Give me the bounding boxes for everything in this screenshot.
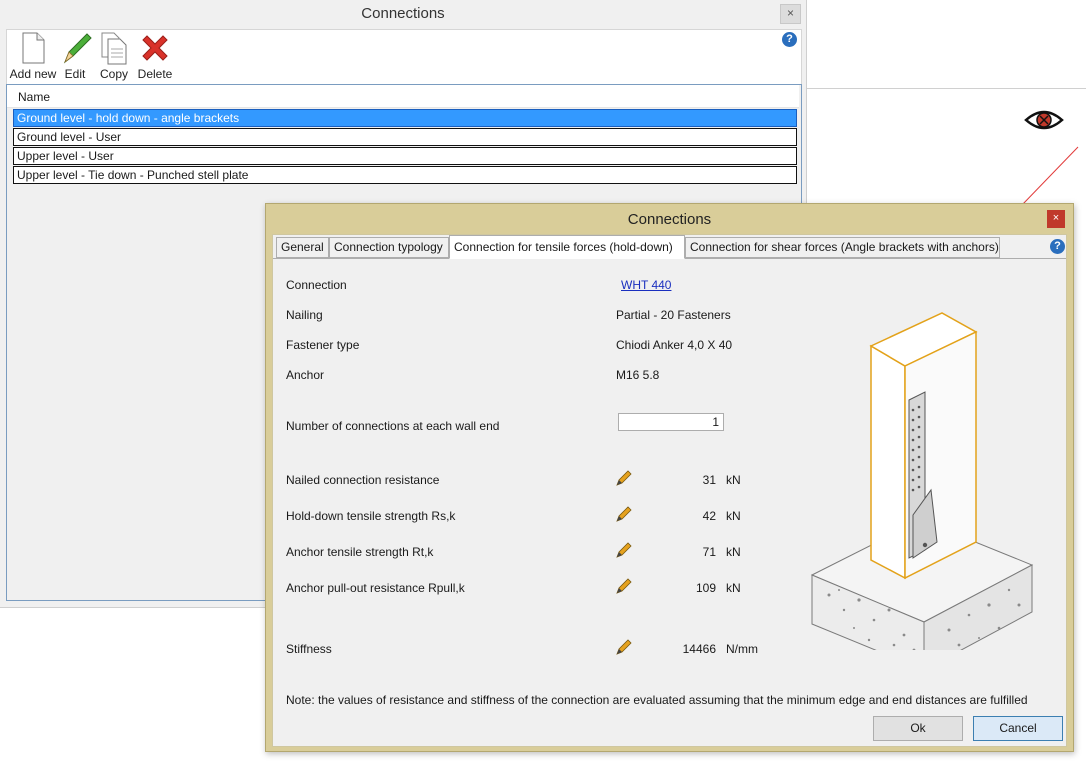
delete-button[interactable]: Delete xyxy=(135,30,175,84)
pencil-icon xyxy=(63,33,92,64)
copy-icon xyxy=(101,32,127,65)
connection-link[interactable]: WHT 440 xyxy=(621,278,671,292)
list-header[interactable]: Name xyxy=(7,85,799,108)
anchor-strength-value: 71 xyxy=(702,545,716,559)
holddown-strength-label: Hold-down tensile strength Rs,k xyxy=(286,509,456,523)
copy-label: Copy xyxy=(99,67,128,81)
anchor-strength-label: Anchor tensile strength Rt,k xyxy=(286,545,434,559)
tab-connection-typology[interactable]: Connection typology xyxy=(329,237,449,258)
name-column-header: Name xyxy=(18,90,51,104)
dialog-close-button[interactable]: × xyxy=(1047,210,1065,228)
hold-down-illustration xyxy=(810,312,1034,650)
nailing-value: Partial - 20 Fasteners xyxy=(616,308,731,322)
edit-pencil-icon[interactable] xyxy=(615,505,633,523)
list-item[interactable]: Upper level - User xyxy=(13,147,797,165)
add-new-label: Add new xyxy=(9,67,57,81)
stiffness-label: Stiffness xyxy=(286,642,332,656)
holddown-strength-value: 42 xyxy=(702,509,716,523)
edit-pencil-icon[interactable] xyxy=(615,638,633,656)
ok-button[interactable]: Ok xyxy=(873,716,963,741)
tab-tensile-forces[interactable]: Connection for tensile forces (hold-down… xyxy=(449,235,685,259)
anchor-label: Anchor xyxy=(286,368,325,382)
connection-label: Connection xyxy=(286,278,347,292)
nailing-label: Nailing xyxy=(286,308,323,322)
nailed-resistance-value: 31 xyxy=(702,473,716,487)
anchor-value: M16 5.8 xyxy=(616,368,660,382)
list-item[interactable]: Upper level - Tie down - Punched stell p… xyxy=(13,166,797,184)
edit-pencil-icon[interactable] xyxy=(615,469,633,487)
list-item[interactable]: Ground level - User xyxy=(13,128,797,146)
fastener-type-label: Fastener type xyxy=(286,338,360,352)
hidden-eye-icon[interactable] xyxy=(1024,106,1064,134)
nailed-resistance-label: Nailed connection resistance xyxy=(286,473,440,487)
edit-label: Edit xyxy=(64,67,86,81)
window-title: Connections xyxy=(361,5,445,22)
anchor-pullout-value: 109 xyxy=(695,581,716,595)
list-item[interactable]: Ground level - hold down - angle bracket… xyxy=(13,109,797,127)
edit-button[interactable]: Edit xyxy=(59,30,92,84)
delete-label: Delete xyxy=(137,67,173,81)
anchor-pullout-label: Anchor pull-out resistance Rpull,k xyxy=(286,581,465,595)
fastener-type-value: Chiodi Anker 4,0 X 40 xyxy=(616,338,733,352)
edit-pencil-icon[interactable] xyxy=(615,577,633,595)
new-document-icon xyxy=(22,32,45,64)
holddown-strength-unit: kN xyxy=(726,509,741,523)
tab-shear-forces[interactable]: Connection for shear forces (Angle brack… xyxy=(685,237,1000,258)
help-icon[interactable]: ? xyxy=(782,32,797,47)
edit-pencil-icon[interactable] xyxy=(615,541,633,559)
add-new-button[interactable]: Add new xyxy=(7,30,59,84)
anchor-strength-unit: kN xyxy=(726,545,741,559)
connections-dialog: Connections × General Connection typolog… xyxy=(265,203,1074,752)
tab-general[interactable]: General xyxy=(276,237,329,258)
red-axis-line xyxy=(1021,146,1079,206)
dialog-body: General Connection typology Connection f… xyxy=(272,234,1067,747)
stiffness-value: 14466 xyxy=(682,642,716,656)
list-item-label: Ground level - User xyxy=(17,130,122,144)
dialog-title: Connections xyxy=(627,211,712,228)
list-item-label: Ground level - hold down - angle bracket… xyxy=(17,111,240,125)
anchor-pullout-unit: kN xyxy=(726,581,741,595)
stiffness-unit: N/mm xyxy=(726,642,758,656)
delete-x-icon xyxy=(142,35,168,61)
copy-button[interactable]: Copy xyxy=(97,30,131,84)
num-connections-input[interactable]: 1 xyxy=(618,413,724,431)
toolbar: Add new Edit Copy Delete xyxy=(6,29,802,85)
cancel-button[interactable]: Cancel xyxy=(973,716,1063,741)
list-item-label: Upper level - Tie down - Punched stell p… xyxy=(17,168,249,182)
window-close-button[interactable]: × xyxy=(780,4,801,24)
window-titlebar: Connections × xyxy=(0,0,806,28)
num-connections-label: Number of connections at each wall end xyxy=(286,419,500,433)
help-icon[interactable]: ? xyxy=(1050,239,1065,254)
list-item-label: Upper level - User xyxy=(17,149,114,163)
note-text: Note: the values of resistance and stiff… xyxy=(286,693,1028,707)
nailed-resistance-unit: kN xyxy=(726,473,741,487)
